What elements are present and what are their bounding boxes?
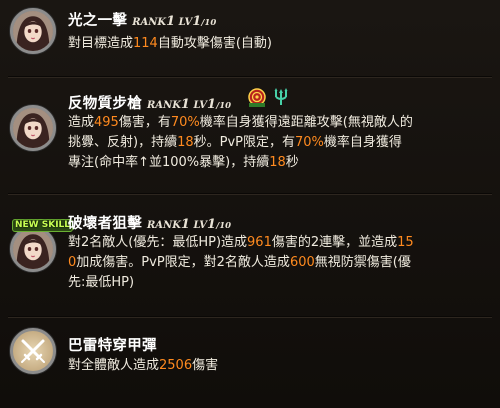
skill-2-name: 反物質步槍 [68,96,142,112]
skill-1-rank: RANK1 LV1/10 [132,14,217,29]
target-buff-icon [248,88,266,107]
trident-buff-icon [274,88,288,105]
skill-1-name: 光之一擊 [68,13,128,29]
divider [8,193,492,195]
skill-3-line-1: 對2名敵人(優先：最低HP)造成961傷害的2連擊，並造成15 [68,235,414,250]
skill-4-title: 巴雷特穿甲彈 [68,334,157,355]
skill-2-portrait-icon [10,105,56,151]
skill-2-rank: RANK1 LV1/10 [147,97,232,112]
new-skill-badge: NEW SKILL [12,219,74,232]
skill-3-description: 對2名敵人(優先：最低HP)造成961傷害的2連擊，並造成15 0加成傷害。Pv… [68,233,414,293]
skill-1-description: 對目標造成114自動攻擊傷害(自動) [68,36,272,51]
crossed-swords-icon [10,328,56,374]
skill-4-name: 巴雷特穿甲彈 [68,338,157,354]
skill-3-line-3: 先:最低HP) [68,275,135,290]
skill-4-description: 對全體敵人造成2506傷害 [68,358,219,373]
skill-3-portrait-icon [10,226,56,272]
divider [8,316,492,318]
skill-2-description: 造成495傷害，有70%機率自身獲得遠距離攻擊(無視敵人的 挑釁、反射)，持續1… [68,113,413,173]
skill-2-line-1: 造成495傷害，有70%機率自身獲得遠距離攻擊(無視敵人的 [68,115,413,130]
skill-2-line-2: 挑釁、反射)，持續18秒。PvP限定，有70%機率自身獲得 [68,135,402,150]
skill-1-title: 光之一擊 RANK1 LV1/10 [68,9,216,30]
skill-3-rank: RANK1 LV1/10 [147,217,232,232]
divider [8,76,492,78]
skill-1-portrait-icon [10,8,56,54]
skill-list-panel: 光之一擊 RANK1 LV1/10 對目標造成114自動攻擊傷害(自動) 反物質步… [0,0,500,408]
skill-2-line-3: 專注(命中率↑並100%暴擊)，持續18秒 [68,155,299,170]
skill-3-title: 破壞者狙擊 RANK1 LV1/10 [68,212,231,233]
skill-3-line-2: 0加成傷害。PvP限定，對2名敵人造成600無視防禦傷害(優 [68,255,411,270]
skill-2-title: 反物質步槍 RANK1 LV1/10 [68,92,231,113]
skill-3-name: 破壞者狙擊 [68,216,142,232]
